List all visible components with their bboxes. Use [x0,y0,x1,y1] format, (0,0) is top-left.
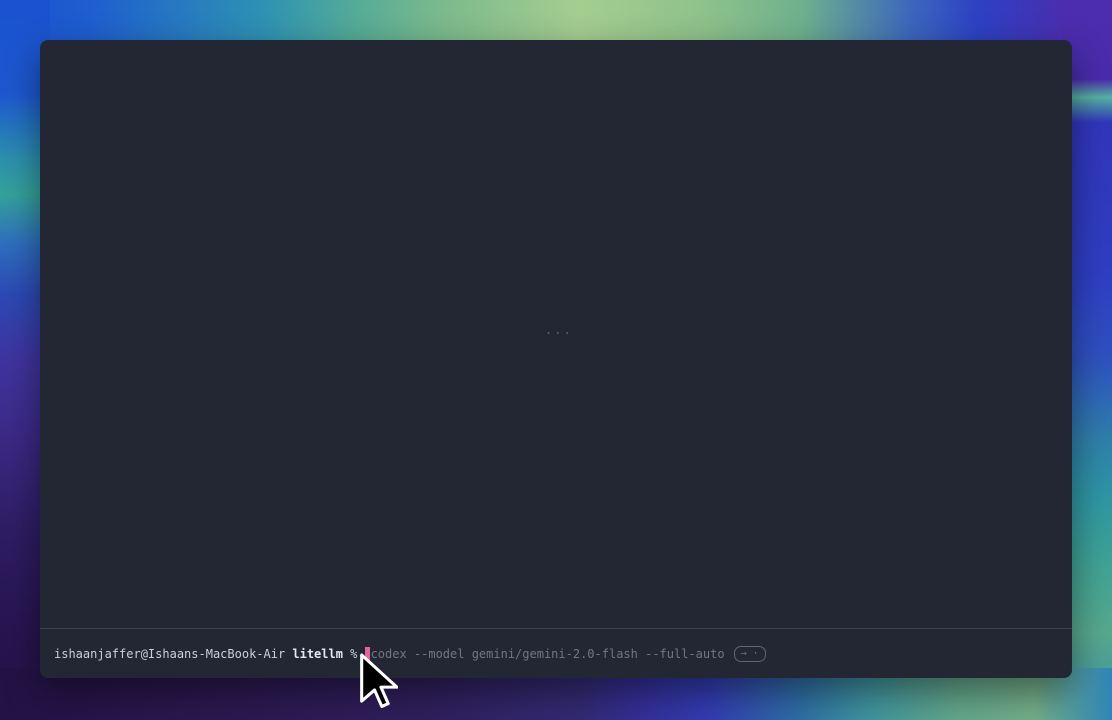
text-cursor-caret [365,647,370,661]
desktop: ... ishaanjaffer@Ishaans-MacBook-Air lit… [0,0,1112,720]
autosuggestion-text: codex --model gemini/gemini-2.0-flash --… [371,646,725,662]
prompt-directory: litellm [292,646,343,662]
prompt-symbol: % [350,646,357,662]
prompt-separator-line [40,628,1072,629]
terminal-window[interactable]: ... ishaanjaffer@Ishaans-MacBook-Air lit… [40,40,1072,678]
prompt-user-host: ishaanjaffer@Ishaans-MacBook-Air [54,646,285,662]
command-prompt-line[interactable]: ishaanjaffer@Ishaans-MacBook-Air litellm… [54,644,766,664]
accept-suggestion-hint-badge: → · [734,646,766,662]
terminal-output-ellipsis: ... [545,323,573,337]
